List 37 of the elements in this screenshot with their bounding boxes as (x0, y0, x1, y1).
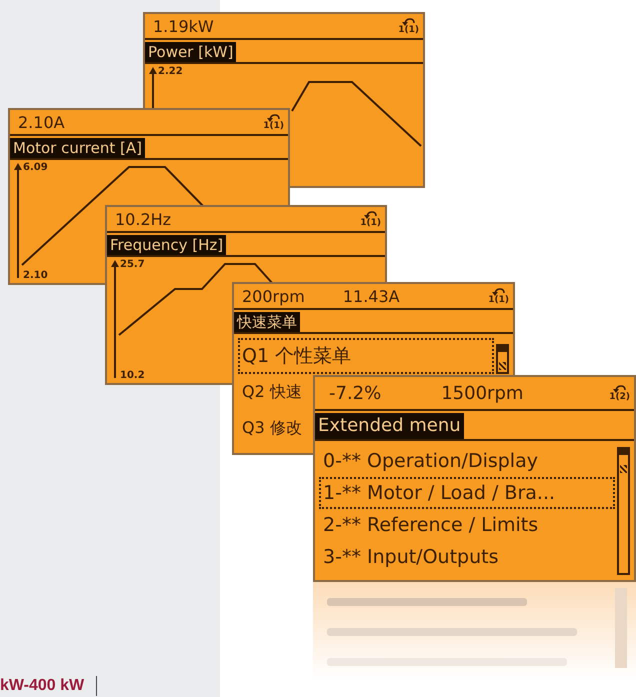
display-title: Motor current [A] (10, 138, 145, 158)
menu-item[interactable]: 0-** Operation/Display (319, 445, 615, 477)
power-range: kW-400 kW (0, 676, 98, 696)
reading-value: 2.10A (18, 112, 65, 132)
menu-item[interactable]: Q3 修改 (238, 410, 304, 446)
undo-arrow-icon (364, 210, 378, 218)
menu-item[interactable]: 3-** Input/Outputs (319, 541, 615, 573)
reading-value: -7.2% (329, 382, 382, 404)
display-title: 快速菜单 (234, 312, 300, 332)
display-title: Frequency [Hz] (107, 235, 226, 255)
setup-number: 1(1) (263, 122, 284, 130)
reading-value: 10.2Hz (115, 210, 172, 228)
display-title: Extended menu (315, 413, 464, 439)
setup-number: 1(1) (360, 218, 381, 228)
undo-arrow-icon (612, 384, 627, 392)
setup-number: 1(1) (488, 296, 509, 304)
menu-item[interactable]: 2-** Reference / Limits (319, 509, 615, 541)
menu-item[interactable]: Q2 快速 (238, 374, 304, 410)
axis-max-label: 25.7 (120, 259, 145, 270)
axis-arrow (149, 67, 157, 109)
axis-max-label: 2.22 (158, 66, 183, 77)
reading-value: 11.43A (342, 286, 400, 306)
reading-value: 1500rpm (441, 382, 524, 404)
setup-number: 1(1) (398, 26, 419, 34)
undo-arrow-icon (266, 114, 281, 122)
undo-arrow-icon (402, 18, 416, 26)
scrollbar[interactable] (617, 447, 630, 575)
axis-max-label: 6.09 (23, 162, 48, 173)
scrollbar[interactable] (496, 344, 509, 374)
display-title: Power [kW] (145, 42, 236, 62)
undo-arrow-icon (492, 288, 506, 296)
menu-item[interactable]: 1-** Motor / Load / Bra... (319, 477, 615, 509)
axis-min-label: 10.2 (120, 370, 145, 381)
reading-value: 200rpm (242, 286, 305, 306)
axis-min-label: 2.10 (23, 270, 48, 281)
reading-value: 1.19kW (153, 16, 214, 36)
setup-number: 1(2) (609, 392, 630, 402)
